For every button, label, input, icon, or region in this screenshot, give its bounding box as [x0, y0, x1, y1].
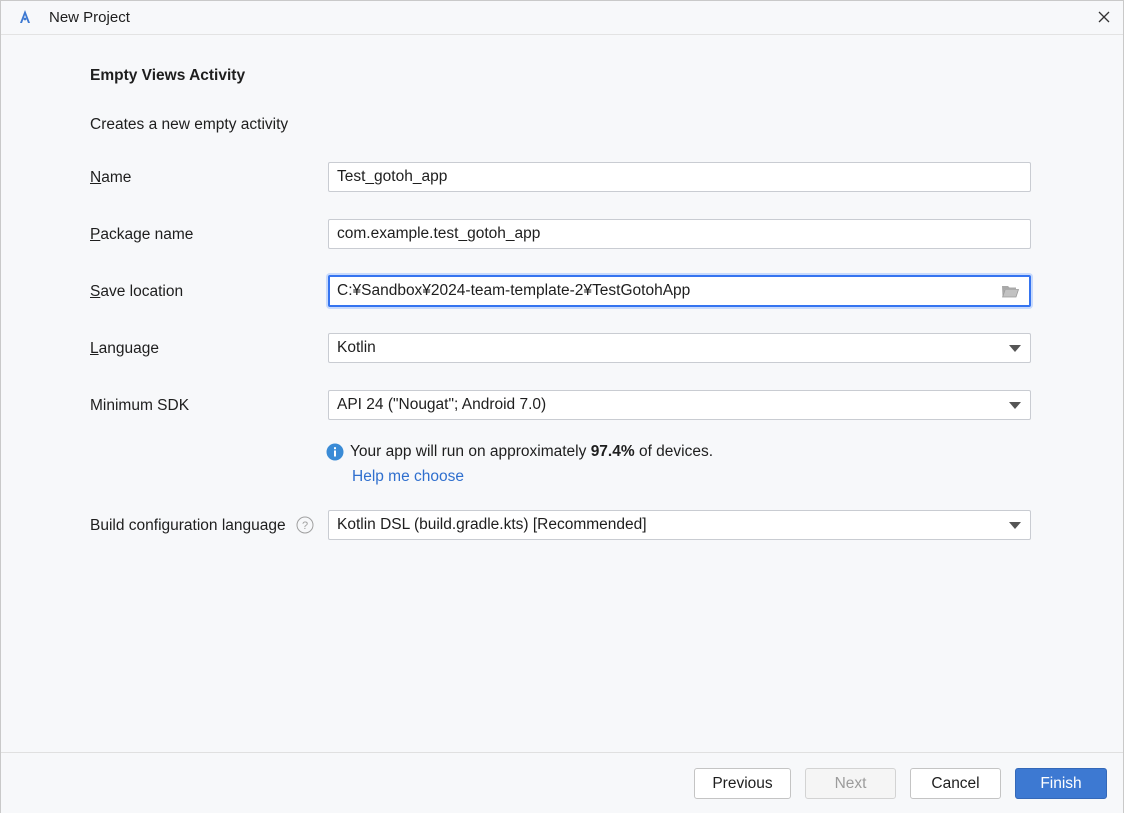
sdk-info-prefix: Your app will run on approximately: [350, 443, 591, 460]
sdk-info-suffix: of devices.: [634, 443, 714, 460]
chevron-down-icon: [1002, 334, 1028, 362]
help-me-choose-link[interactable]: Help me choose: [352, 468, 464, 486]
chevron-down-icon: [1002, 511, 1028, 539]
dialog-footer: Previous Next Cancel Finish: [1, 752, 1123, 813]
save-location-value: C:¥Sandbox¥2024-team-template-2¥TestGoto…: [337, 282, 691, 299]
build-config-label: Build configuration language: [90, 517, 286, 534]
svg-text:?: ?: [302, 520, 308, 532]
close-icon: [1098, 11, 1110, 23]
title-bar: New Project: [1, 1, 1123, 35]
next-button[interactable]: Next: [805, 768, 896, 799]
build-config-select[interactable]: Kotlin DSL (build.gradle.kts) [Recommend…: [328, 510, 1031, 540]
name-label: Name: [90, 169, 132, 186]
finish-button[interactable]: Finish: [1015, 768, 1107, 799]
language-select[interactable]: Kotlin: [328, 333, 1031, 363]
save-location-field[interactable]: C:¥Sandbox¥2024-team-template-2¥TestGoto…: [328, 275, 1031, 307]
save-location-label: Save location: [90, 283, 184, 300]
minimum-sdk-select[interactable]: API 24 ("Nougat"; Android 7.0): [328, 390, 1031, 420]
name-field[interactable]: Test_gotoh_app: [328, 162, 1031, 192]
chevron-down-icon: [1002, 391, 1028, 419]
help-question-icon[interactable]: ?: [296, 516, 314, 534]
window-title: New Project: [49, 9, 130, 26]
close-button[interactable]: [1093, 6, 1115, 28]
android-studio-icon: [17, 9, 33, 25]
cancel-button[interactable]: Cancel: [910, 768, 1001, 799]
minimum-sdk-value: API 24 ("Nougat"; Android 7.0): [337, 396, 547, 413]
new-project-dialog: New Project Empty Views Activity Creates…: [0, 0, 1124, 813]
language-value: Kotlin: [337, 339, 376, 356]
sdk-coverage-info: Your app will run on approximately 97.4%…: [326, 443, 713, 461]
package-name-label: Package name: [90, 226, 194, 243]
package-name-value: com.example.test_gotoh_app: [337, 225, 541, 242]
name-value: Test_gotoh_app: [337, 168, 448, 185]
previous-button[interactable]: Previous: [694, 768, 791, 799]
info-icon: [326, 443, 344, 461]
build-config-value: Kotlin DSL (build.gradle.kts) [Recommend…: [337, 516, 647, 533]
folder-icon[interactable]: [999, 282, 1021, 300]
package-name-field[interactable]: com.example.test_gotoh_app: [328, 219, 1031, 249]
sdk-coverage-percent: 97.4%: [590, 443, 635, 460]
language-label: Language: [90, 340, 159, 357]
template-heading: Empty Views Activity: [90, 67, 246, 84]
minimum-sdk-label: Minimum SDK: [90, 397, 190, 414]
template-description: Creates a new empty activity: [90, 116, 289, 133]
